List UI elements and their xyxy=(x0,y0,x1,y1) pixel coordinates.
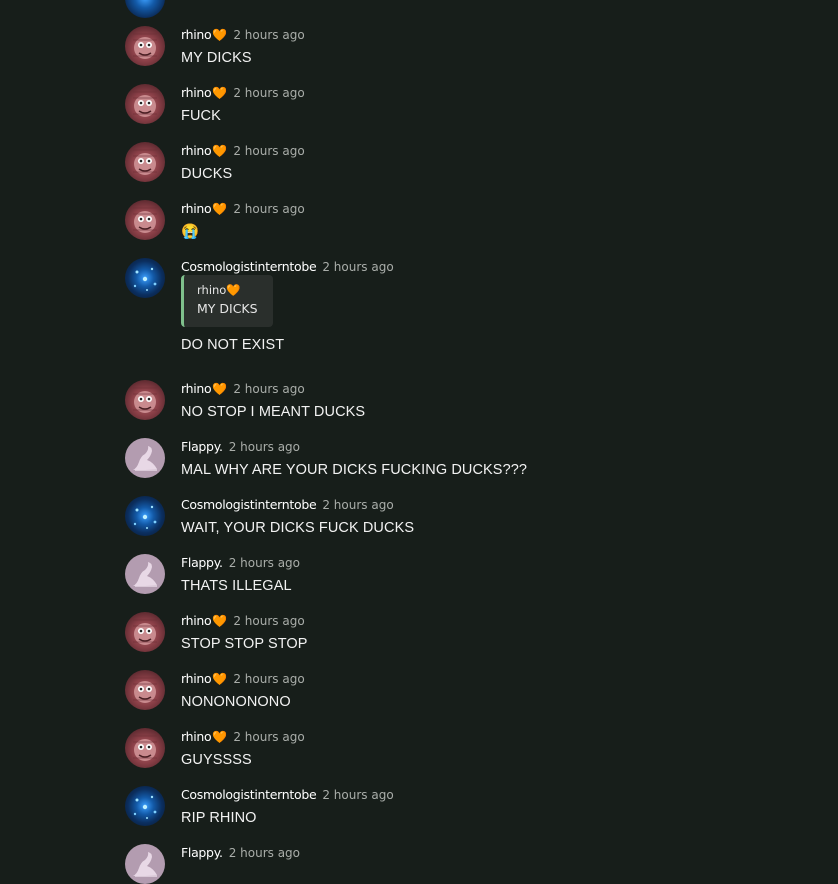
avatar-partial[interactable] xyxy=(125,0,165,18)
avatar[interactable] xyxy=(125,496,165,536)
author-name[interactable]: Flappy. xyxy=(181,439,223,454)
heart-icon: 🧡 xyxy=(212,614,228,628)
author-name[interactable]: rhino xyxy=(181,613,212,628)
timestamp: 2 hours ago xyxy=(228,846,301,860)
message-text: 😭 xyxy=(181,224,200,240)
author-name[interactable]: Cosmologistinterntobe xyxy=(181,787,317,802)
timestamp: 2 hours ago xyxy=(233,202,305,216)
author-name[interactable]: Flappy. xyxy=(181,555,223,570)
reply-text: MY DICKS xyxy=(197,301,258,316)
message-text: THATS ILLEGAL xyxy=(181,578,292,594)
message-text: NO STOP I MEANT DUCKS xyxy=(181,404,366,420)
author-name[interactable]: rhino xyxy=(181,27,212,42)
heart-icon: 🧡 xyxy=(212,144,228,158)
avatar[interactable] xyxy=(125,786,165,826)
author-name[interactable]: Cosmologistinterntobe xyxy=(181,259,317,274)
avatar[interactable] xyxy=(125,728,165,768)
message-header: rhino🧡 2 hours ago xyxy=(181,612,305,630)
message-header: Cosmologistinterntobe 2 hours ago xyxy=(181,786,394,804)
timestamp: 2 hours ago xyxy=(233,144,305,158)
heart-icon: 🧡 xyxy=(212,28,228,42)
author-name[interactable]: rhino xyxy=(181,729,212,744)
avatar[interactable] xyxy=(125,438,165,478)
timestamp: 2 hours ago xyxy=(322,260,394,274)
avatar[interactable] xyxy=(125,142,165,182)
avatar[interactable] xyxy=(125,554,165,594)
author-name[interactable]: rhino xyxy=(181,201,212,216)
timestamp: 2 hours ago xyxy=(322,788,394,802)
message-text: WAIT, YOUR DICKS FUCK DUCKS xyxy=(181,520,415,536)
reply-author: rhino🧡 xyxy=(197,283,241,297)
timestamp: 2 hours ago xyxy=(233,382,305,396)
avatar[interactable] xyxy=(125,200,165,240)
message-text: STOP STOP STOP xyxy=(181,636,308,652)
timestamp: 2 hours ago xyxy=(233,672,305,686)
author-name[interactable]: rhino xyxy=(181,143,212,158)
message-header: Flappy. 2 hours ago xyxy=(181,438,300,456)
message-text: FUCK xyxy=(181,108,221,124)
timestamp: 2 hours ago xyxy=(228,440,301,454)
message-header: rhino🧡 2 hours ago xyxy=(181,26,305,44)
author-name[interactable]: Flappy. xyxy=(181,845,223,860)
avatar[interactable] xyxy=(125,84,165,124)
avatar[interactable] xyxy=(125,258,165,298)
message-header: Flappy. 2 hours ago xyxy=(181,844,300,862)
avatar[interactable] xyxy=(125,670,165,710)
message-header: rhino🧡 2 hours ago xyxy=(181,670,305,688)
heart-icon: 🧡 xyxy=(212,202,228,216)
heart-icon: 🧡 xyxy=(212,382,228,396)
message-text: RIP RHINO xyxy=(181,810,257,826)
message-header: rhino🧡 2 hours ago xyxy=(181,728,305,746)
message-header: rhino🧡 2 hours ago xyxy=(181,84,305,102)
message-header: rhino🧡 2 hours ago xyxy=(181,380,305,398)
message-header: Cosmologistinterntobe 2 hours ago xyxy=(181,258,394,276)
message-text: DO NOT EXIST xyxy=(181,337,285,353)
message-text: MY DICKS xyxy=(181,50,252,66)
message-header: rhino🧡 2 hours ago xyxy=(181,200,305,218)
message-text: NONONONONO xyxy=(181,694,291,710)
timestamp: 2 hours ago xyxy=(233,614,305,628)
author-name[interactable]: Cosmologistinterntobe xyxy=(181,497,317,512)
author-name[interactable]: rhino xyxy=(181,381,212,396)
reply-quote[interactable]: rhino🧡 MY DICKS xyxy=(181,275,273,327)
heart-icon: 🧡 xyxy=(212,730,228,744)
heart-icon: 🧡 xyxy=(212,86,228,100)
message-text: DUCKS xyxy=(181,166,233,182)
timestamp: 2 hours ago xyxy=(322,498,394,512)
message-text: GUYSSSS xyxy=(181,752,252,768)
message-text: MAL WHY ARE YOUR DICKS FUCKING DUCKS??? xyxy=(181,462,528,478)
timestamp: 2 hours ago xyxy=(233,730,305,744)
avatar[interactable] xyxy=(125,612,165,652)
author-name[interactable]: rhino xyxy=(181,671,212,686)
avatar[interactable] xyxy=(125,844,165,884)
timestamp: 2 hours ago xyxy=(233,86,305,100)
avatar[interactable] xyxy=(125,26,165,66)
message-header: Flappy. 2 hours ago xyxy=(181,554,300,572)
heart-icon: 🧡 xyxy=(212,672,228,686)
message-header: Cosmologistinterntobe 2 hours ago xyxy=(181,496,394,514)
avatar[interactable] xyxy=(125,380,165,420)
timestamp: 2 hours ago xyxy=(233,28,305,42)
timestamp: 2 hours ago xyxy=(228,556,301,570)
author-name[interactable]: rhino xyxy=(181,85,212,100)
message-header: rhino🧡 2 hours ago xyxy=(181,142,305,160)
